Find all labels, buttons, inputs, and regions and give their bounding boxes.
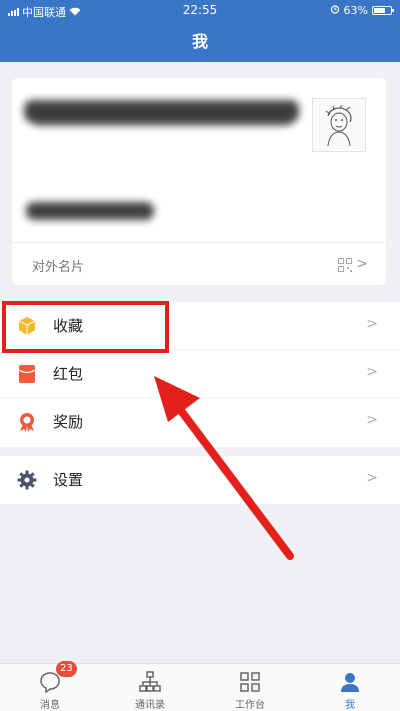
avatar[interactable] bbox=[312, 98, 366, 152]
redacted-info bbox=[26, 202, 154, 220]
menu-item-label: 设置 bbox=[53, 471, 84, 489]
menu-item-label: 奖励 bbox=[53, 413, 84, 431]
chevron-right-icon: > bbox=[356, 256, 368, 272]
tab-label: 我 bbox=[345, 700, 355, 711]
chevron-right-icon: > bbox=[366, 412, 378, 428]
org-chart-icon bbox=[139, 671, 161, 692]
tab-label: 通讯录 bbox=[135, 700, 165, 711]
battery-icon bbox=[372, 6, 394, 15]
red-envelope-icon bbox=[17, 364, 37, 384]
menu-item-settings[interactable]: 设置 > bbox=[0, 456, 400, 504]
menu-item-label: 收藏 bbox=[53, 317, 84, 335]
chevron-right-icon: > bbox=[366, 364, 378, 380]
tab-contacts[interactable]: 通讯录 bbox=[100, 664, 200, 711]
business-card-row[interactable]: 对外名片 > bbox=[12, 242, 386, 285]
unread-badge: 23 bbox=[56, 661, 77, 677]
status-bar: 中国联通 22:55 63% bbox=[0, 0, 400, 22]
tab-label: 消息 bbox=[40, 700, 60, 711]
alarm-icon bbox=[330, 4, 340, 17]
menu-group-primary: 收藏 > 红包 > 奖励 > bbox=[0, 302, 400, 447]
redacted-name-tail bbox=[32, 114, 292, 126]
favorites-box-icon bbox=[17, 316, 37, 336]
menu-item-label: 红包 bbox=[53, 365, 84, 383]
menu-item-rewards[interactable]: 奖励 > bbox=[0, 398, 400, 446]
profile-card[interactable]: 对外名片 > bbox=[12, 78, 386, 285]
tab-me[interactable]: 我 bbox=[300, 664, 400, 711]
menu-item-favorites[interactable]: 收藏 > bbox=[0, 302, 400, 350]
tab-workbench[interactable]: 工作台 bbox=[200, 664, 300, 711]
tab-label: 工作台 bbox=[235, 700, 265, 711]
chevron-right-icon: > bbox=[366, 316, 378, 332]
gear-icon bbox=[17, 470, 37, 490]
qr-code-icon bbox=[338, 257, 352, 276]
tab-bar: 23 消息 通讯录 工作台 我 bbox=[0, 661, 400, 711]
award-medal-icon bbox=[17, 412, 37, 432]
tab-messages[interactable]: 23 消息 bbox=[0, 661, 100, 711]
grid-apps-icon bbox=[240, 672, 260, 692]
user-icon bbox=[341, 673, 359, 692]
chevron-right-icon: > bbox=[366, 470, 378, 486]
menu-item-red-envelope[interactable]: 红包 > bbox=[0, 350, 400, 398]
status-right: 63% bbox=[330, 4, 394, 17]
page-title: 我 bbox=[191, 32, 208, 51]
nav-bar: 我 bbox=[0, 22, 400, 62]
battery-percent: 63% bbox=[343, 4, 368, 17]
business-card-label: 对外名片 bbox=[32, 260, 85, 275]
menu-group-settings: 设置 > bbox=[0, 456, 400, 504]
